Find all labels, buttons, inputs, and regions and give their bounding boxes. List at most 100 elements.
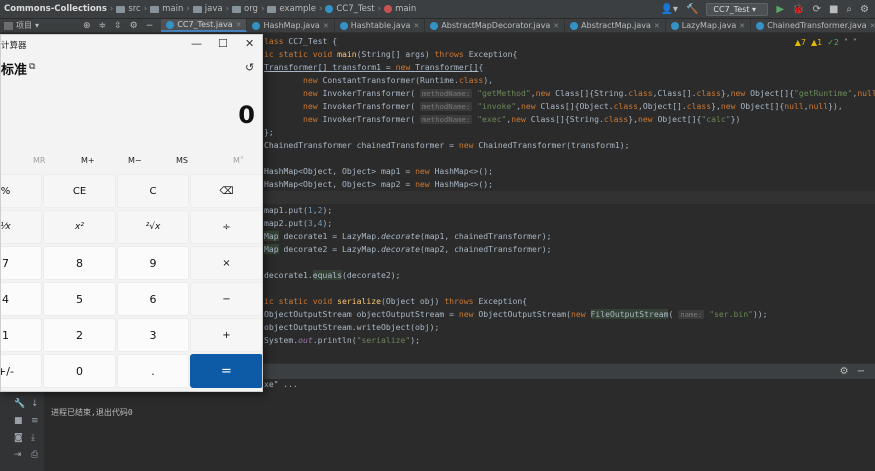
print-icon[interactable]: ⎙ [31, 450, 38, 460]
hammer-icon[interactable]: 🔨 [686, 4, 698, 15]
breadcrumb-class[interactable]: CC7_Test [336, 4, 374, 14]
search-icon[interactable]: ⌕ [846, 4, 852, 15]
digit-7-button[interactable]: 7 [1, 246, 42, 280]
digit-4-button[interactable]: 4 [1, 282, 42, 316]
collapse-all-icon[interactable]: ≑ [99, 21, 107, 31]
digit-3-button[interactable]: 3 [117, 318, 189, 352]
square-button[interactable]: x² [43, 210, 116, 244]
memory-recall-button[interactable]: MR [33, 156, 45, 165]
stop-icon[interactable]: ■ [14, 416, 23, 426]
folder-icon [192, 5, 202, 13]
chevron-down-icon[interactable]: ˅ [853, 38, 857, 47]
arrow-down-icon[interactable]: ↓ [31, 399, 39, 409]
tab-hashtable[interactable]: Hashtable.java ✕ [335, 19, 426, 32]
decimal-button[interactable]: . [117, 354, 189, 388]
exit-icon[interactable]: ⇥ [14, 450, 22, 460]
subtract-button[interactable]: − [190, 282, 262, 316]
code-line: map2.put(3,4); [264, 218, 333, 228]
digit-9-button[interactable]: 9 [117, 246, 189, 280]
debug-icon[interactable]: 🐞 [792, 4, 804, 15]
breadcrumb-org[interactable]: org [244, 4, 258, 14]
folder-icon [232, 5, 242, 13]
warning-count: ▲7 [794, 38, 806, 47]
run-console[interactable]: 🔧 ↓ ■ ≡ ◙ ⤓ ⇥ ⎙ xe" ... 进程已结束,退出代码0 [0, 379, 875, 471]
backspace-button[interactable]: ⌫ [190, 174, 262, 208]
negate-button[interactable]: +/- [1, 354, 42, 388]
run-toolbar: 🔧 ↓ ■ ≡ ◙ ⤓ ⇥ ⎙ [0, 379, 44, 471]
soft-wrap-icon[interactable]: ≡ [31, 416, 39, 426]
scroll-to-end-icon[interactable]: ⤓ [31, 433, 35, 443]
close-icon[interactable]: ✕ [323, 22, 329, 30]
code-content[interactable]: lass CC7_Test { ic static void main(Stri… [264, 34, 875, 345]
tab-chained-transformer[interactable]: ChainedTransformer.java ✕ [751, 19, 875, 32]
close-icon[interactable]: ✕ [236, 21, 242, 29]
maximize-icon[interactable]: ☐ [218, 37, 228, 50]
gear-icon[interactable]: ⚙ [840, 366, 849, 377]
memory-subtract-button[interactable]: M− [128, 156, 142, 165]
digit-8-button[interactable]: 8 [43, 246, 116, 280]
memory-add-button[interactable]: M+ [81, 156, 95, 165]
project-tool-tab[interactable]: 项目 ▾ [0, 19, 39, 32]
run-configuration-select[interactable]: CC7_Test ▾ [706, 3, 769, 16]
tab-abstract-map[interactable]: AbstractMap.java ✕ [565, 19, 666, 32]
add-button[interactable]: + [190, 318, 262, 352]
breadcrumb-example[interactable]: example [279, 4, 316, 14]
breadcrumb-src[interactable]: src [128, 4, 140, 14]
digit-0-button[interactable]: 0 [43, 354, 116, 388]
multiply-button[interactable]: × [190, 246, 262, 280]
tab-lazy-map[interactable]: LazyMap.java ✕ [666, 19, 752, 32]
breadcrumb-project[interactable]: Commons-Collections [4, 4, 107, 14]
memory-store-button[interactable]: MS [176, 156, 188, 165]
clear-button[interactable]: C [117, 174, 189, 208]
tab-hashmap[interactable]: HashMap.java ✕ [247, 19, 335, 32]
breadcrumb-main[interactable]: main [162, 4, 183, 14]
run-panel-tools: ⚙ − [840, 366, 865, 377]
inspection-widget[interactable]: ▲7 ▲1 ✓2 ˄ ˅ [795, 38, 857, 47]
divide-button[interactable]: ÷ [190, 210, 262, 244]
gear-icon[interactable]: ⚙ [130, 21, 138, 31]
minimize-icon[interactable]: — [191, 37, 202, 50]
class-icon [756, 21, 765, 30]
minimize-icon[interactable]: − [146, 21, 154, 31]
breadcrumb-separator: › [377, 4, 382, 14]
close-icon[interactable]: ✕ [739, 22, 745, 30]
locate-icon[interactable]: ⊕ [83, 21, 91, 31]
tab-abstract-map-decorator[interactable]: AbstractMapDecorator.java ✕ [425, 19, 566, 32]
close-icon[interactable]: ✕ [553, 22, 559, 30]
square-root-button[interactable]: ²√x [117, 210, 189, 244]
tab-cc7-test[interactable]: CC7_Test.java ✕ [161, 19, 248, 32]
calculator-window[interactable]: 计算器 — ☐ ✕ 标准 ⧉ ↺ 0 MR M+ M− MS M˅ % CE C… [0, 34, 263, 392]
settings-icon[interactable]: ⚙ [860, 4, 869, 15]
coverage-icon[interactable]: ⟳ [813, 4, 821, 15]
close-icon[interactable]: ✕ [413, 22, 419, 30]
digit-1-button[interactable]: 1 [1, 318, 42, 352]
breadcrumb-method[interactable]: main [395, 4, 416, 14]
history-icon[interactable]: ↺ [245, 61, 254, 74]
digit-5-button[interactable]: 5 [43, 282, 116, 316]
stop-icon[interactable]: ■ [829, 4, 838, 15]
equals-button[interactable]: = [190, 354, 262, 388]
reciprocal-button[interactable]: ¹⁄x [1, 210, 42, 244]
close-icon[interactable]: ✕ [870, 22, 875, 30]
chevron-up-icon[interactable]: ˄ [844, 38, 848, 47]
memory-list-button[interactable]: M˅ [233, 156, 244, 165]
class-icon [430, 21, 439, 30]
close-icon[interactable]: ✕ [654, 22, 660, 30]
user-icon[interactable]: 👤▾ [660, 4, 677, 15]
minimize-icon[interactable]: − [857, 366, 865, 377]
clear-entry-button[interactable]: CE [43, 174, 116, 208]
digit-2-button[interactable]: 2 [43, 318, 116, 352]
camera-icon[interactable]: ◙ [14, 433, 23, 443]
code-line: new InvokerTransformer( methodName: "get… [302, 88, 875, 98]
code-line: ObjectOutputStream objectOutputStream = … [264, 309, 768, 319]
wrench-icon[interactable]: 🔧 [14, 399, 25, 409]
breadcrumb-separator: › [225, 4, 230, 14]
percent-button[interactable]: % [1, 174, 42, 208]
breadcrumb-java[interactable]: java [205, 4, 223, 14]
run-icon[interactable]: ▶ [776, 4, 784, 15]
expand-icon[interactable]: ⇳ [114, 21, 122, 31]
close-icon[interactable]: ✕ [245, 37, 254, 50]
breadcrumb-separator: › [260, 4, 265, 14]
keep-on-top-icon[interactable]: ⧉ [29, 62, 35, 72]
digit-6-button[interactable]: 6 [117, 282, 189, 316]
